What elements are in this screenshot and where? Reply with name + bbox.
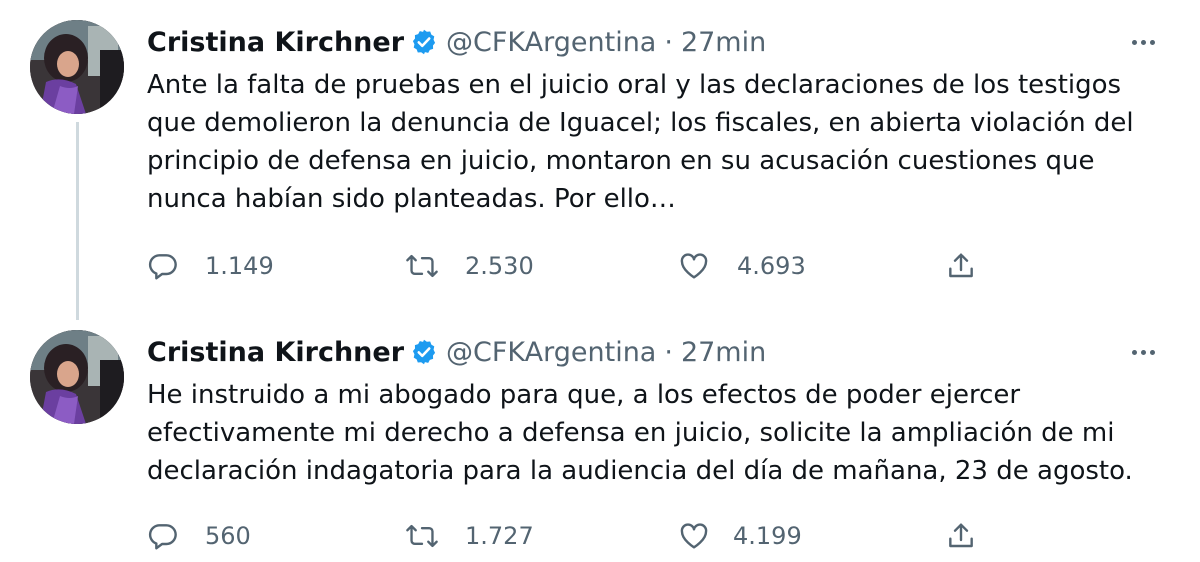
author-name[interactable]: Cristina Kirchner <box>147 27 404 58</box>
thread-connector-line <box>76 122 79 320</box>
more-horizontal-icon[interactable] <box>1126 28 1160 56</box>
tweet-thread: Cristina Kirchner @CFKArgentina · 27min … <box>0 0 1200 562</box>
tweet-actions: 560 1.727 4.199 <box>147 516 1047 556</box>
verified-badge-icon <box>410 338 438 366</box>
like-button[interactable]: 4.199 <box>677 516 802 556</box>
avatar[interactable] <box>30 330 124 424</box>
tweet-text: Ante la falta de pruebas en el juicio or… <box>147 70 1134 214</box>
separator-dot: · <box>664 26 673 58</box>
tweet-actions: 1.149 2.530 4.693 <box>147 246 1047 286</box>
retweet-button[interactable]: 1.727 <box>405 516 534 556</box>
separator-dot: · <box>664 336 673 368</box>
retweet-count: 2.530 <box>465 252 534 280</box>
share-icon <box>945 250 977 282</box>
tweet[interactable]: Cristina Kirchner @CFKArgentina · 27min … <box>0 0 1200 320</box>
share-icon <box>945 520 977 552</box>
tweet-text: He instruido a mi abogado para que, a lo… <box>147 380 1133 486</box>
like-button[interactable]: 4.693 <box>677 246 806 286</box>
tweet-header: Cristina Kirchner @CFKArgentina · 27min <box>147 22 766 62</box>
avatar[interactable] <box>30 20 124 114</box>
reply-icon <box>147 520 179 552</box>
reply-button[interactable]: 1.149 <box>147 246 274 286</box>
tweet[interactable]: Cristina Kirchner @CFKArgentina · 27min … <box>0 310 1200 562</box>
reply-count: 1.149 <box>205 252 274 280</box>
share-button[interactable] <box>945 246 977 286</box>
heart-icon <box>677 250 711 282</box>
retweet-icon <box>405 520 439 552</box>
tweet-timestamp[interactable]: 27min <box>681 337 766 368</box>
reply-button[interactable]: 560 <box>147 516 251 556</box>
heart-icon <box>677 520 711 552</box>
share-button[interactable] <box>945 516 977 556</box>
retweet-count: 1.727 <box>465 522 534 550</box>
like-count: 4.199 <box>733 522 802 550</box>
tweet-header: Cristina Kirchner @CFKArgentina · 27min <box>147 332 766 372</box>
tweet-timestamp[interactable]: 27min <box>681 27 766 58</box>
author-handle[interactable]: @CFKArgentina <box>446 337 656 368</box>
reply-count: 560 <box>205 522 251 550</box>
verified-badge-icon <box>410 28 438 56</box>
author-name[interactable]: Cristina Kirchner <box>147 337 404 368</box>
author-handle[interactable]: @CFKArgentina <box>446 27 656 58</box>
like-count: 4.693 <box>737 252 806 280</box>
retweet-button[interactable]: 2.530 <box>405 246 534 286</box>
more-horizontal-icon[interactable] <box>1126 338 1160 366</box>
retweet-icon <box>405 250 439 282</box>
reply-icon <box>147 250 179 282</box>
